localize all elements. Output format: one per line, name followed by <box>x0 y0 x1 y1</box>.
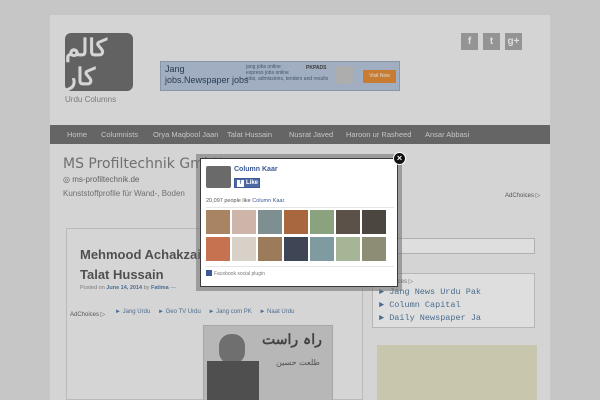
fan-avatar[interactable] <box>258 210 282 234</box>
facebook-like-popup: Column Kaar f Like 20,097 people like Col… <box>200 158 398 287</box>
fan-avatar[interactable] <box>310 210 334 234</box>
fan-avatar[interactable] <box>206 210 230 234</box>
fan-avatar[interactable] <box>232 210 256 234</box>
fb-like-count: 20,097 people like Column Kaar. <box>206 198 286 204</box>
fan-avatar[interactable] <box>336 237 360 261</box>
fan-avatar[interactable] <box>232 237 256 261</box>
page-avatar[interactable] <box>206 166 231 188</box>
fan-avatar[interactable] <box>336 210 360 234</box>
divider <box>206 266 394 267</box>
facebook-icon: f <box>237 180 244 187</box>
fan-avatar[interactable] <box>258 237 282 261</box>
fan-avatar[interactable] <box>284 237 308 261</box>
fan-avatar[interactable] <box>284 210 308 234</box>
close-icon[interactable]: × <box>393 152 406 165</box>
fb-count-page-link[interactable]: Column Kaar <box>252 198 284 204</box>
divider <box>206 207 394 208</box>
fan-avatar[interactable] <box>362 210 386 234</box>
fb-page-name[interactable]: Column Kaar <box>234 166 278 173</box>
fb-like-button[interactable]: f Like <box>234 178 260 188</box>
fan-avatar[interactable] <box>206 237 230 261</box>
fan-avatar[interactable] <box>310 237 334 261</box>
facebook-icon <box>206 270 212 276</box>
fb-social-plugin-label[interactable]: Facebook social plugin <box>206 270 265 277</box>
fan-avatar[interactable] <box>362 237 386 261</box>
